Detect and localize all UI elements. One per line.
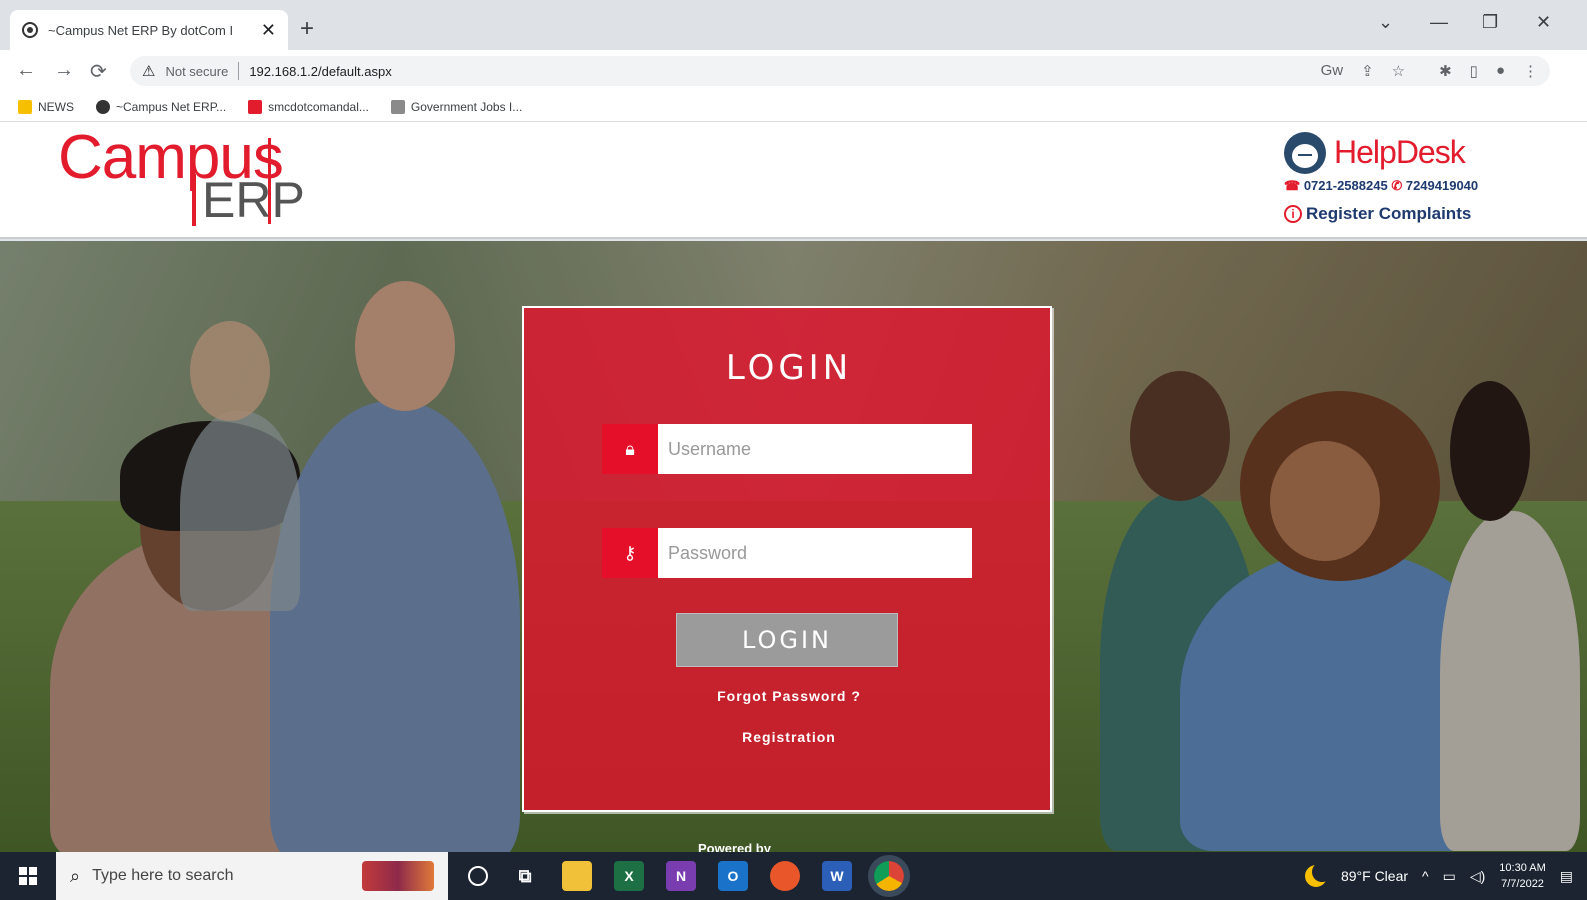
telephone-icon: ☎	[1284, 178, 1301, 193]
forward-button[interactable]: →	[54, 59, 74, 82]
network-icon[interactable]: ▭	[1443, 868, 1456, 885]
logo-erp-text: ERP	[192, 174, 305, 226]
bookmark-label: smcdotcomandal...	[268, 99, 369, 114]
restore-button[interactable]: ❐	[1482, 12, 1498, 33]
menu-icon[interactable]: ⋮	[1523, 62, 1538, 80]
bookmark-government-jobs[interactable]: Government Jobs I...	[390, 99, 523, 114]
site-favicon-icon	[22, 22, 38, 38]
sidepanel-icon[interactable]: ▯	[1470, 62, 1478, 80]
registration-link[interactable]: Registration	[524, 729, 1054, 745]
tab-search-icon[interactable]: ⌄	[1378, 12, 1393, 33]
tab-strip: ~Campus Net ERP By dotCom I ✕ + ⌄ — ❐ ✕	[0, 0, 1587, 50]
chrome-icon[interactable]	[868, 855, 910, 897]
word-icon[interactable]: W	[822, 861, 852, 891]
clock-date: 7/7/2022	[1501, 878, 1544, 890]
search-highlight-image	[362, 861, 434, 891]
bookmarks-bar: NEWS ~Campus Net ERP... smcdotcomandal..…	[0, 92, 1587, 122]
profile-icon[interactable]: ●	[1496, 62, 1505, 80]
outlook-icon[interactable]: O	[718, 861, 748, 891]
excel-icon[interactable]: X	[614, 861, 644, 891]
bookmark-label: NEWS	[38, 99, 74, 114]
search-icon: ⌕	[70, 865, 81, 886]
browser-window: ~Campus Net ERP By dotCom I ✕ + ⌄ — ❐ ✕ …	[0, 0, 1587, 900]
site-header: Campus ERP HelpDesk ☎ 0721-2588245 ✆ 724…	[0, 122, 1587, 239]
register-complaints-link[interactable]: i Register Complaints	[1284, 204, 1471, 224]
campus-erp-logo[interactable]: Campus ERP	[58, 126, 305, 226]
lock-icon: 🔒︎	[602, 424, 658, 474]
notifications-icon[interactable]: ▤	[1560, 868, 1573, 885]
login-panel: LOGIN 🔒︎ ⚷ LOGIN Forgot Password ? Regis…	[522, 306, 1052, 812]
url-text[interactable]: 192.168.1.2/default.aspx	[249, 64, 1310, 79]
mobile-phone-icon: ✆	[1391, 178, 1403, 193]
start-button[interactable]	[0, 852, 56, 900]
close-window-button[interactable]: ✕	[1536, 12, 1551, 33]
taskbar-apps: ⧉ X N O W	[468, 855, 910, 897]
web-page: Campus ERP HelpDesk ☎ 0721-2588245 ✆ 724…	[0, 122, 1587, 852]
bookmark-campus-net[interactable]: ~Campus Net ERP...	[96, 99, 227, 114]
powered-by-text: Powered by	[698, 841, 771, 852]
puzzle-icon[interactable]: ✱	[1439, 62, 1452, 80]
bookmark-smcdotcom[interactable]: smcdotcomandal...	[248, 99, 369, 114]
helpdesk-title: HelpDesk	[1334, 134, 1466, 170]
not-secure-label: Not secure	[165, 63, 229, 79]
task-view-icon[interactable]: ⧉	[510, 861, 540, 891]
folder-icon	[18, 99, 32, 114]
browser-toolbar: ← → ⟳ ⚠ Not secure 192.168.1.2/default.a…	[0, 50, 1587, 92]
bookmark-label: ~Campus Net ERP...	[116, 99, 227, 114]
logo-divider	[268, 138, 271, 224]
helpdesk-phones: ☎ 0721-2588245 ✆ 7249419040	[1284, 178, 1478, 194]
register-complaints-label: Register Complaints	[1306, 204, 1472, 223]
windows-taskbar: ⌕ Type here to search ⧉ X N O W 89°F Cle…	[0, 852, 1587, 900]
bookmark-star-icon[interactable]: ☆	[1392, 62, 1405, 80]
not-secure-icon[interactable]: ⚠	[142, 62, 155, 80]
chevron-up-icon[interactable]: ^	[1422, 868, 1429, 884]
login-title: LOGIN	[725, 348, 853, 388]
username-input[interactable]	[658, 424, 972, 474]
mail-icon	[248, 99, 263, 114]
weather-moon-icon	[1304, 862, 1332, 887]
file-explorer-icon[interactable]	[562, 861, 592, 891]
weather-text[interactable]: 89°F Clear	[1341, 868, 1408, 884]
toolbar-actions: ✱ ▯ ● ⋮	[1439, 62, 1538, 80]
site-favicon-icon	[96, 99, 110, 114]
taskbar-clock[interactable]: 10:30 AM 7/7/2022	[1499, 860, 1545, 892]
taskbar-search-placeholder: Type here to search	[92, 867, 234, 884]
password-row: ⚷	[602, 528, 972, 578]
address-bar[interactable]: ⚠ Not secure 192.168.1.2/default.aspx Gw…	[130, 56, 1550, 86]
phone-number-landline: 0721-2588245	[1303, 178, 1388, 193]
close-tab-icon[interactable]: ✕	[261, 20, 276, 41]
bookmark-news[interactable]: NEWS	[18, 99, 74, 114]
login-button[interactable]: LOGIN	[676, 613, 898, 667]
forgot-password-link[interactable]: Forgot Password ?	[524, 688, 1054, 704]
password-input[interactable]	[658, 528, 972, 578]
translate-icon[interactable]: Gw	[1321, 62, 1344, 80]
cortana-icon[interactable]	[468, 866, 488, 886]
helpdesk-panel: HelpDesk ☎ 0721-2588245 ✆ 7249419040 i R…	[1284, 132, 1534, 232]
taskbar-search[interactable]: ⌕ Type here to search	[56, 852, 448, 900]
username-row: 🔒︎	[602, 424, 972, 474]
site-favicon-icon	[390, 99, 405, 114]
phone-number-mobile: 7249419040	[1405, 178, 1479, 193]
browser-tab[interactable]: ~Campus Net ERP By dotCom I ✕	[10, 10, 288, 50]
new-tab-button[interactable]: +	[300, 15, 314, 43]
info-icon: i	[1284, 205, 1302, 223]
omnibox-actions: Gw ⇪ ☆	[1321, 62, 1406, 80]
system-tray: 89°F Clear ^ ▭ ◁) 10:30 AM 7/7/2022 ▤	[1304, 852, 1587, 900]
windows-logo-icon	[19, 867, 37, 885]
share-icon[interactable]: ⇪	[1361, 62, 1374, 80]
helpdesk-agent-icon	[1284, 132, 1326, 174]
key-icon: ⚷	[602, 528, 658, 578]
volume-icon[interactable]: ◁)	[1470, 868, 1485, 885]
separator	[238, 62, 240, 80]
minimize-button[interactable]: —	[1430, 12, 1448, 33]
tab-title: ~Campus Net ERP By dotCom I	[48, 22, 234, 38]
reload-button[interactable]: ⟳	[90, 59, 107, 84]
bookmark-label: Government Jobs I...	[410, 99, 523, 114]
firefox-icon[interactable]	[770, 861, 800, 891]
clock-time: 10:30 AM	[1499, 862, 1546, 874]
back-button[interactable]: ←	[16, 59, 36, 82]
onenote-icon[interactable]: N	[666, 861, 696, 891]
